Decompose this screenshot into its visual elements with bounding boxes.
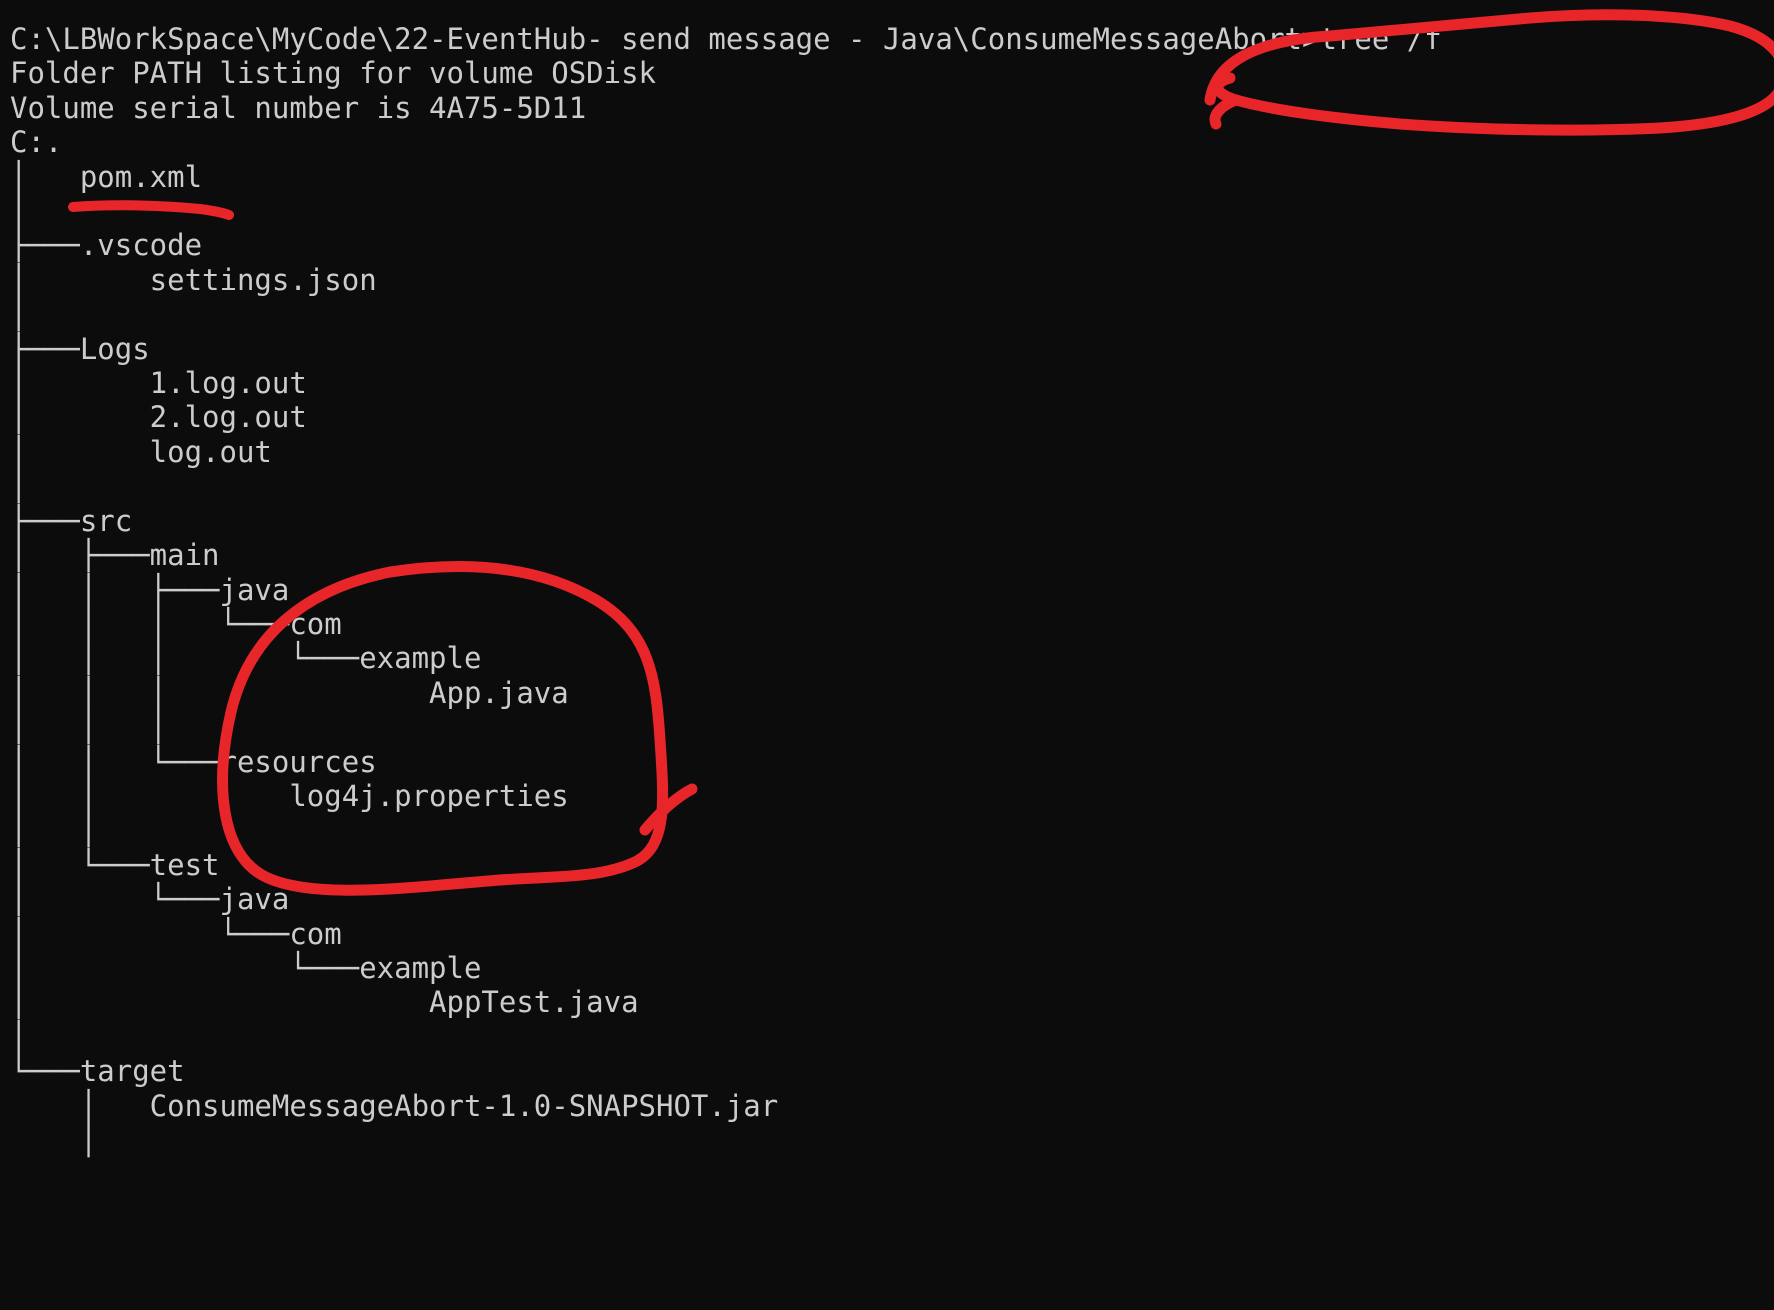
terminal-output[interactable]: C:\LBWorkSpace\MyCode\22-EventHub- send … [10, 22, 1770, 1157]
terminal-window: C:\LBWorkSpace\MyCode\22-EventHub- send … [0, 0, 1774, 1310]
